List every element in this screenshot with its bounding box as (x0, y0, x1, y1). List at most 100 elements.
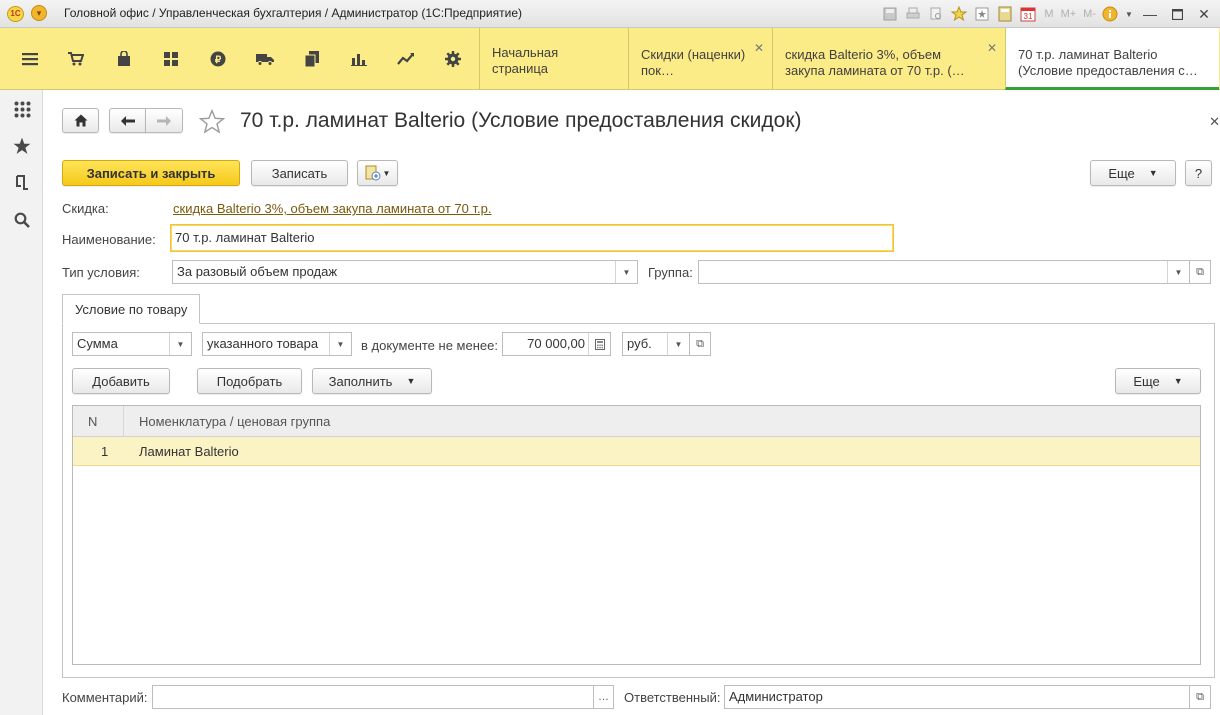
window-title: Головной офис / Управленческая бухгалтер… (64, 6, 523, 20)
settings-gear-icon[interactable] (430, 28, 476, 90)
close-tab-icon[interactable]: ✕ (987, 40, 997, 56)
info-dropdown-icon[interactable]: ▼ (1124, 5, 1134, 23)
open-responsible-icon[interactable]: ⧉ (1189, 685, 1211, 709)
tab-home[interactable]: Начальная страница (479, 28, 628, 90)
main-menu-button[interactable]: ▾ (31, 5, 47, 21)
table-row[interactable]: 1 Ламинат Balterio (73, 437, 1200, 466)
shopping-bag-icon[interactable] (101, 28, 147, 90)
section-panel: ₽ Начальная страница Скидки (наценки) по… (0, 28, 1220, 90)
minimize-icon[interactable]: — (1139, 5, 1161, 23)
open-currency-icon[interactable]: ⧉ (689, 332, 711, 356)
tab-discounts[interactable]: Скидки (наценки) пок… ✕ (628, 28, 772, 90)
close-form-icon[interactable]: ✕ (1209, 114, 1220, 130)
scope-select[interactable]: указанного товара ▼ (202, 332, 352, 356)
responsible-label: Ответственный: (624, 690, 721, 705)
add-button[interactable]: Добавить (72, 368, 170, 394)
bookmark-icon[interactable] (973, 5, 991, 23)
search-icon[interactable] (12, 210, 32, 230)
currency-value: руб. (627, 336, 652, 351)
discount-label: Скидка: (62, 201, 109, 216)
forward-button[interactable] (145, 108, 183, 133)
tab-product-condition[interactable]: Условие по товару (62, 294, 201, 324)
tab-condition-active[interactable]: 70 т.р. ламинат Balterio (Условие предос… (1005, 28, 1219, 90)
memory-plus-button[interactable]: M+ (1059, 5, 1079, 23)
min-amount-label: в документе не менее: (361, 338, 498, 353)
dropdown-arrow-icon[interactable]: ▼ (1167, 261, 1189, 283)
condition-type-value: За разовый объем продаж (177, 264, 338, 279)
fill-button[interactable]: Заполнить ▼ (312, 368, 432, 394)
calculator-small-icon[interactable] (588, 333, 610, 355)
responsible-select[interactable]: Администратор (724, 685, 1190, 709)
dropdown-arrow-icon[interactable]: ▼ (329, 333, 351, 355)
row-item: Ламинат Balterio (139, 444, 239, 459)
home-button[interactable] (62, 108, 99, 133)
close-window-icon[interactable]: ✕ (1193, 5, 1215, 23)
svg-text:31: 31 (1024, 12, 1033, 21)
column-header-n[interactable]: N (88, 414, 97, 429)
close-tab-icon[interactable]: ✕ (754, 40, 764, 56)
truck-icon[interactable] (242, 28, 288, 90)
favorites-add-icon[interactable] (950, 5, 968, 23)
group-select[interactable]: ▼ (698, 260, 1190, 284)
dropdown-arrow-icon[interactable]: ▼ (667, 333, 689, 355)
warehouse-grid-icon[interactable] (148, 28, 194, 90)
maximize-icon[interactable] (1166, 5, 1188, 23)
name-input[interactable]: 70 т.р. ламинат Balterio (170, 224, 894, 252)
measure-value: Сумма (77, 336, 118, 351)
more-label: Еще (1108, 165, 1135, 181)
measure-select[interactable]: Сумма ▼ (72, 332, 192, 356)
calculator-icon[interactable] (996, 5, 1014, 23)
menu-hamburger-icon[interactable] (7, 28, 53, 90)
table-header: N Номенклатура / ценовая группа (73, 406, 1200, 437)
more-actions-button[interactable]: Еще ▼ (1090, 160, 1176, 186)
save-disk-icon[interactable] (881, 5, 899, 23)
memory-m-button[interactable]: M (1042, 5, 1055, 23)
trend-line-icon[interactable] (383, 28, 429, 90)
scope-value: указанного товара (207, 336, 319, 351)
help-button[interactable]: ? (1185, 160, 1212, 186)
history-icon[interactable] (12, 173, 32, 193)
create-based-on-button[interactable]: ▼ (357, 160, 398, 186)
open-group-icon[interactable]: ⧉ (1189, 260, 1211, 284)
favorite-star-icon[interactable] (199, 109, 225, 135)
reports-bar-chart-icon[interactable] (336, 28, 382, 90)
cart-icon[interactable] (53, 28, 99, 90)
tab-discount-balterio[interactable]: скидка Balterio 3%, объем закупа ламинат… (772, 28, 1005, 90)
memory-minus-button[interactable]: M- (1081, 5, 1098, 23)
chevron-down-icon: ▼ (1173, 376, 1183, 386)
calendar-icon[interactable]: 31 (1019, 5, 1037, 23)
min-amount-value: 70 000,00 (527, 336, 585, 351)
favorites-star-icon[interactable] (12, 136, 32, 156)
comment-input[interactable] (152, 685, 594, 709)
functions-menu-icon[interactable] (12, 99, 32, 119)
pick-button[interactable]: Подобрать (197, 368, 302, 394)
window-titlebar: 1С ▾ Головной офис / Управленческая бухг… (0, 0, 1220, 28)
app-logo: 1С (7, 6, 24, 22)
print-preview-icon[interactable] (927, 5, 945, 23)
comment-edit-button[interactable]: … (593, 685, 614, 709)
fill-label: Заполнить (328, 373, 393, 389)
print-icon[interactable] (904, 5, 922, 23)
dropdown-arrow-icon[interactable]: ▼ (615, 261, 637, 283)
group-label: Группа: (648, 265, 693, 280)
tab-label: 70 т.р. ламинат Balterio (Условие предос… (1018, 47, 1198, 78)
tab-label: Начальная страница (492, 45, 559, 76)
column-header-item[interactable]: Номенклатура / ценовая группа (139, 414, 330, 429)
currency-select[interactable]: руб. ▼ (622, 332, 690, 356)
back-button[interactable] (109, 108, 146, 133)
table-more-button[interactable]: Еще ▼ (1115, 368, 1201, 394)
finance-ruble-icon[interactable]: ₽ (195, 28, 241, 90)
save-button[interactable]: Записать (251, 160, 348, 186)
titlebar-toolbar: 31 M M+ M- ▼ — ✕ (881, 3, 1220, 25)
condition-type-select[interactable]: За разовый объем продаж ▼ (172, 260, 638, 284)
dropdown-arrow-icon[interactable]: ▼ (169, 333, 191, 355)
products-table[interactable]: N Номенклатура / ценовая группа 1 Ламина… (72, 405, 1201, 665)
documents-icon[interactable] (289, 28, 335, 90)
discount-link[interactable]: скидка Balterio 3%, объем закупа ламинат… (173, 201, 491, 216)
save-and-close-button[interactable]: Записать и закрыть (62, 160, 240, 186)
more-label: Еще (1133, 373, 1160, 389)
tools-panel (0, 90, 43, 715)
min-amount-input[interactable]: 70 000,00 (502, 332, 611, 356)
open-windows-tabs: Начальная страница Скидки (наценки) пок…… (479, 28, 1219, 90)
info-icon[interactable] (1101, 5, 1119, 23)
